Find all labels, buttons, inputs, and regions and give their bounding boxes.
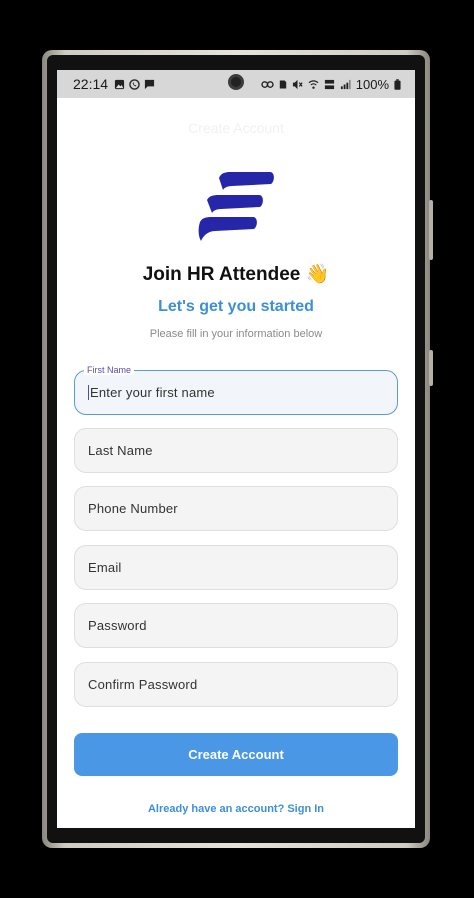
power-button <box>429 350 433 386</box>
whatsapp-icon <box>129 78 140 90</box>
status-time: 22:14 <box>73 76 109 92</box>
first-name-placeholder: Enter your first name <box>90 385 215 400</box>
message-icon <box>144 79 155 89</box>
form-hint: Please fill in your information below <box>149 328 323 340</box>
confirm-password-field[interactable]: Confirm Password <box>74 662 398 707</box>
create-account-button[interactable]: Create Account <box>74 733 398 776</box>
gallery-icon <box>114 79 125 89</box>
text-caret <box>88 385 89 400</box>
volume-button <box>429 200 433 260</box>
page-header-title: Create Account <box>188 120 284 136</box>
confirm-password-placeholder: Confirm Password <box>88 677 198 692</box>
status-bar: 22:14 100% <box>57 70 415 98</box>
front-camera <box>228 74 244 90</box>
last-name-field[interactable]: Last Name <box>74 428 398 473</box>
wifi-icon <box>308 79 319 89</box>
sign-in-link[interactable]: Already have an account? Sign In <box>57 803 415 815</box>
app-logo-icon <box>198 172 274 241</box>
volte-icon <box>324 79 334 89</box>
email-field[interactable]: Email <box>74 545 398 590</box>
signal-icon <box>340 79 351 89</box>
battery-percent: 100% <box>355 76 389 92</box>
email-placeholder: Email <box>88 560 122 575</box>
app-screen: 22:14 100% Create Account Join HR Attend… <box>57 70 415 828</box>
first-name-field[interactable]: Enter your first name <box>74 370 398 415</box>
status-notification-icons <box>114 78 155 90</box>
last-name-placeholder: Last Name <box>88 443 153 458</box>
sim-icon <box>279 80 286 88</box>
status-system-icons: 100% <box>261 77 401 92</box>
mute-icon <box>292 79 303 89</box>
first-name-label: First Name <box>84 365 135 375</box>
phone-number-field[interactable]: Phone Number <box>74 486 398 531</box>
page-title: Join HR Attendee 👋 <box>142 264 330 285</box>
key-icon <box>261 80 274 88</box>
page-subtitle: Let's get you started <box>158 298 314 315</box>
phone-number-placeholder: Phone Number <box>88 501 178 516</box>
password-placeholder: Password <box>88 618 147 633</box>
battery-icon <box>394 78 401 90</box>
password-field[interactable]: Password <box>74 603 398 648</box>
